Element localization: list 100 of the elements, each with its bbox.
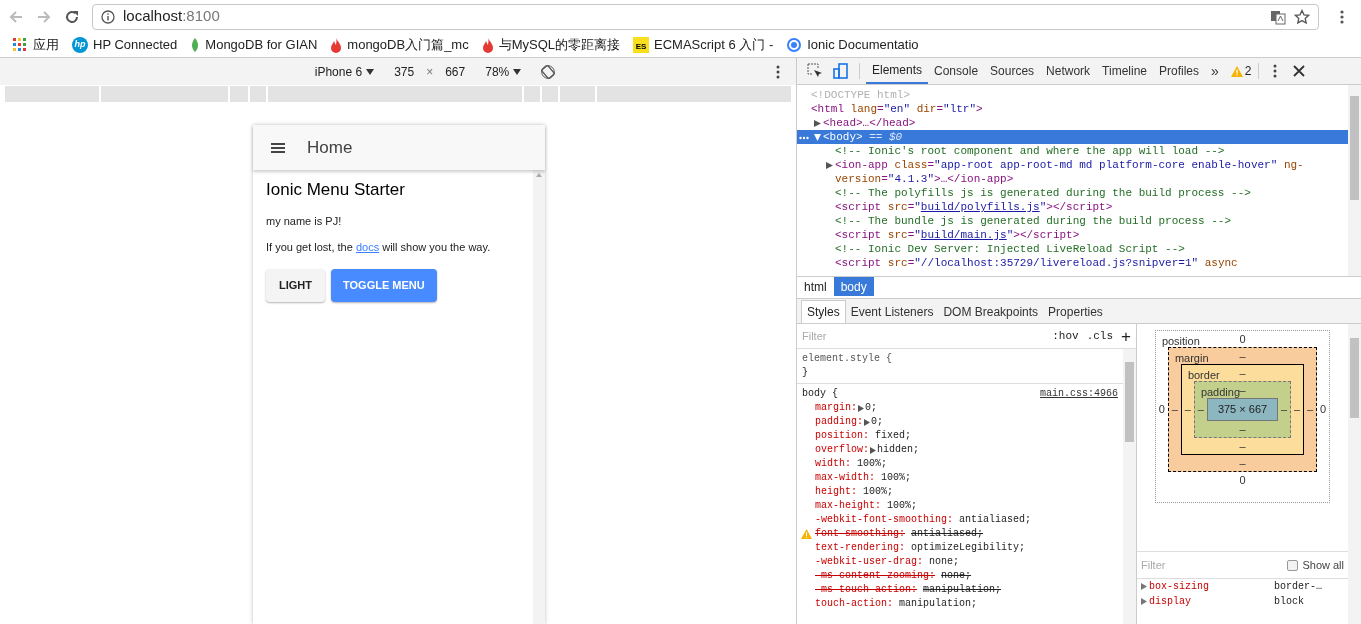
device-select[interactable]: iPhone 6 bbox=[314, 62, 363, 81]
devtools-tab[interactable]: Profiles bbox=[1153, 58, 1206, 84]
address-bar[interactable]: localhost:8100 bbox=[92, 3, 1319, 30]
property-value[interactable]: manipulation; bbox=[923, 583, 1002, 597]
menu-icon[interactable] bbox=[1272, 64, 1277, 78]
filter-field[interactable]: Filter bbox=[1141, 556, 1284, 574]
translate-icon[interactable] bbox=[1270, 8, 1286, 25]
menu-icon[interactable] bbox=[776, 65, 780, 79]
dom-node-text[interactable]: <!-- Ionic Dev Server: Injected LiveReload Script --> bbox=[835, 242, 1193, 256]
expand-triangle-icon[interactable] bbox=[814, 134, 821, 141]
scrollbar[interactable] bbox=[533, 170, 545, 624]
class-button[interactable]: .cls bbox=[1086, 327, 1114, 345]
property-value[interactable]: none; bbox=[941, 569, 972, 583]
expand-triangle-icon[interactable] bbox=[858, 404, 864, 412]
property-name[interactable]: -webkit-user-drag: bbox=[815, 555, 924, 569]
property-value[interactable]: antialiased; bbox=[911, 527, 984, 541]
reload-icon[interactable] bbox=[64, 8, 80, 25]
expand-triangle-icon[interactable] bbox=[1141, 598, 1147, 605]
bookmark-link[interactable]: 应用 bbox=[33, 35, 59, 55]
property-name[interactable]: margin: bbox=[815, 401, 857, 415]
property-name[interactable]: width: bbox=[815, 457, 851, 471]
scrollbar[interactable] bbox=[1348, 324, 1361, 624]
dom-node-text[interactable]: <!-- The polyfills js is generated during the build process --> bbox=[835, 186, 1259, 200]
dom-node-text[interactable]: <!-- The bundle js is generated during the build process --> bbox=[835, 214, 1240, 228]
zoom-select[interactable]: 78% bbox=[485, 62, 510, 81]
width-value[interactable]: 375 bbox=[394, 62, 415, 81]
link[interactable]: docs bbox=[355, 241, 380, 253]
expand-triangle-icon[interactable] bbox=[1141, 583, 1147, 590]
scrollbar[interactable] bbox=[1123, 349, 1136, 624]
bookmark-link[interactable]: MongoDB for GIAN bbox=[205, 35, 318, 55]
property-name[interactable]: height: bbox=[815, 485, 857, 499]
bookmark-link[interactable]: 与MySQL的零距离接 bbox=[498, 35, 621, 55]
height-value[interactable]: 667 bbox=[445, 62, 466, 81]
property-name[interactable]: overflow: bbox=[815, 443, 869, 457]
property-value[interactable]: 100%; bbox=[863, 485, 894, 499]
panel-tab[interactable]: Properties bbox=[1043, 300, 1108, 323]
bookmark-link[interactable]: ECMAScript 6 入门 - bbox=[654, 35, 774, 55]
property-name[interactable]: font-smoothing: bbox=[815, 527, 905, 541]
menu-icon[interactable] bbox=[1339, 8, 1345, 25]
property-value[interactable]: none; bbox=[929, 555, 960, 569]
warning-count[interactable]: 2 bbox=[1244, 62, 1252, 80]
expand-triangle-icon[interactable] bbox=[826, 162, 833, 169]
app-button[interactable]: LIGHT bbox=[266, 268, 325, 302]
property-value[interactable]: 0; bbox=[865, 401, 878, 415]
property-value[interactable]: optimizeLegibility; bbox=[911, 541, 1026, 555]
property-name[interactable]: -webkit-font-smoothing: bbox=[815, 513, 954, 527]
panel-tab[interactable]: Event Listeners bbox=[845, 300, 939, 323]
property-name[interactable]: -ms-content-zooming: bbox=[815, 569, 936, 583]
expand-triangle-icon[interactable] bbox=[864, 418, 870, 426]
bookmark-link[interactable]: Ionic Documentatio bbox=[807, 35, 919, 55]
devtools-tab[interactable]: Network bbox=[1040, 58, 1097, 84]
star-icon[interactable] bbox=[1294, 8, 1310, 25]
link[interactable]: build/main.js bbox=[920, 229, 1007, 241]
property-value[interactable]: fixed; bbox=[875, 429, 912, 443]
inspect-icon[interactable] bbox=[807, 63, 823, 79]
filter-field[interactable]: Filter bbox=[802, 327, 1045, 345]
breadcrumb[interactable]: body bbox=[833, 277, 874, 296]
dom-node-text[interactable]: <script src="build/main.js"></script> bbox=[835, 228, 1088, 242]
panel-tab[interactable]: DOM Breakpoints bbox=[938, 300, 1044, 323]
dom-node-text[interactable]: <head>…</head> bbox=[823, 116, 924, 130]
checkbox[interactable] bbox=[1287, 559, 1299, 571]
property-value[interactable]: 100%; bbox=[881, 471, 912, 485]
bookmark-link[interactable]: HP Connected bbox=[93, 35, 178, 55]
close-icon[interactable] bbox=[1292, 65, 1305, 77]
device-icon[interactable] bbox=[833, 63, 849, 79]
link[interactable]: build/polyfills.js bbox=[920, 201, 1040, 213]
property-value[interactable]: antialiased; bbox=[959, 513, 1032, 527]
more-tabs-button[interactable]: » bbox=[1205, 60, 1225, 82]
dom-node-text[interactable]: <body> == $0 bbox=[823, 130, 911, 144]
rotate-icon[interactable] bbox=[541, 64, 556, 79]
dom-node-text[interactable]: <ion-app class="app-root app-root-md md platform-core enable-hover" ng-version="4.1.3">…</ion-app> bbox=[835, 158, 1348, 186]
property-name[interactable]: touch-action: bbox=[815, 597, 893, 611]
scrollbar[interactable] bbox=[1348, 85, 1361, 276]
property-name[interactable]: max-width: bbox=[815, 471, 875, 485]
property-value[interactable]: manipulation; bbox=[899, 597, 978, 611]
expand-triangle-icon[interactable] bbox=[870, 446, 876, 454]
devtools-tab[interactable]: Sources bbox=[984, 58, 1041, 84]
property-value[interactable]: hidden; bbox=[877, 443, 920, 457]
source-link[interactable]: main.css:4966 bbox=[1040, 387, 1118, 401]
property-name[interactable]: text-rendering: bbox=[815, 541, 905, 555]
devtools-tab[interactable]: Console bbox=[928, 58, 985, 84]
property-name[interactable]: max-height: bbox=[815, 499, 881, 513]
menu-icon[interactable] bbox=[271, 141, 285, 154]
hover-state-button[interactable]: :hov bbox=[1052, 327, 1079, 345]
property-name[interactable]: -ms-touch-action: bbox=[815, 583, 918, 597]
property-value[interactable]: 100%; bbox=[857, 457, 888, 471]
expand-triangle-icon[interactable] bbox=[814, 120, 821, 127]
dom-node-text[interactable]: <script src="build/polyfills.js"></script> bbox=[835, 200, 1121, 214]
dom-node-text[interactable]: <!-- Ionic's root component and where the app will load --> bbox=[835, 144, 1233, 158]
dom-node-text[interactable]: <script src="//localhost:35729/livereload.js?snipver=1" async bbox=[835, 256, 1246, 270]
breadcrumb[interactable]: html bbox=[797, 277, 834, 296]
devtools-tab[interactable]: Elements bbox=[866, 58, 929, 84]
property-value[interactable]: 0; bbox=[871, 415, 884, 429]
devtools-tab[interactable]: Timeline bbox=[1096, 58, 1153, 84]
selected-row-highlight[interactable]: <body> == $0 bbox=[797, 130, 1348, 144]
property-name[interactable]: position: bbox=[815, 429, 869, 443]
bookmark-link[interactable]: mongoDB入门篇_mc bbox=[347, 35, 469, 55]
property-name[interactable]: padding: bbox=[815, 415, 863, 429]
dom-node-text[interactable]: <html lang="en" dir="ltr"> bbox=[811, 102, 991, 116]
panel-tab[interactable]: Styles bbox=[801, 300, 846, 323]
